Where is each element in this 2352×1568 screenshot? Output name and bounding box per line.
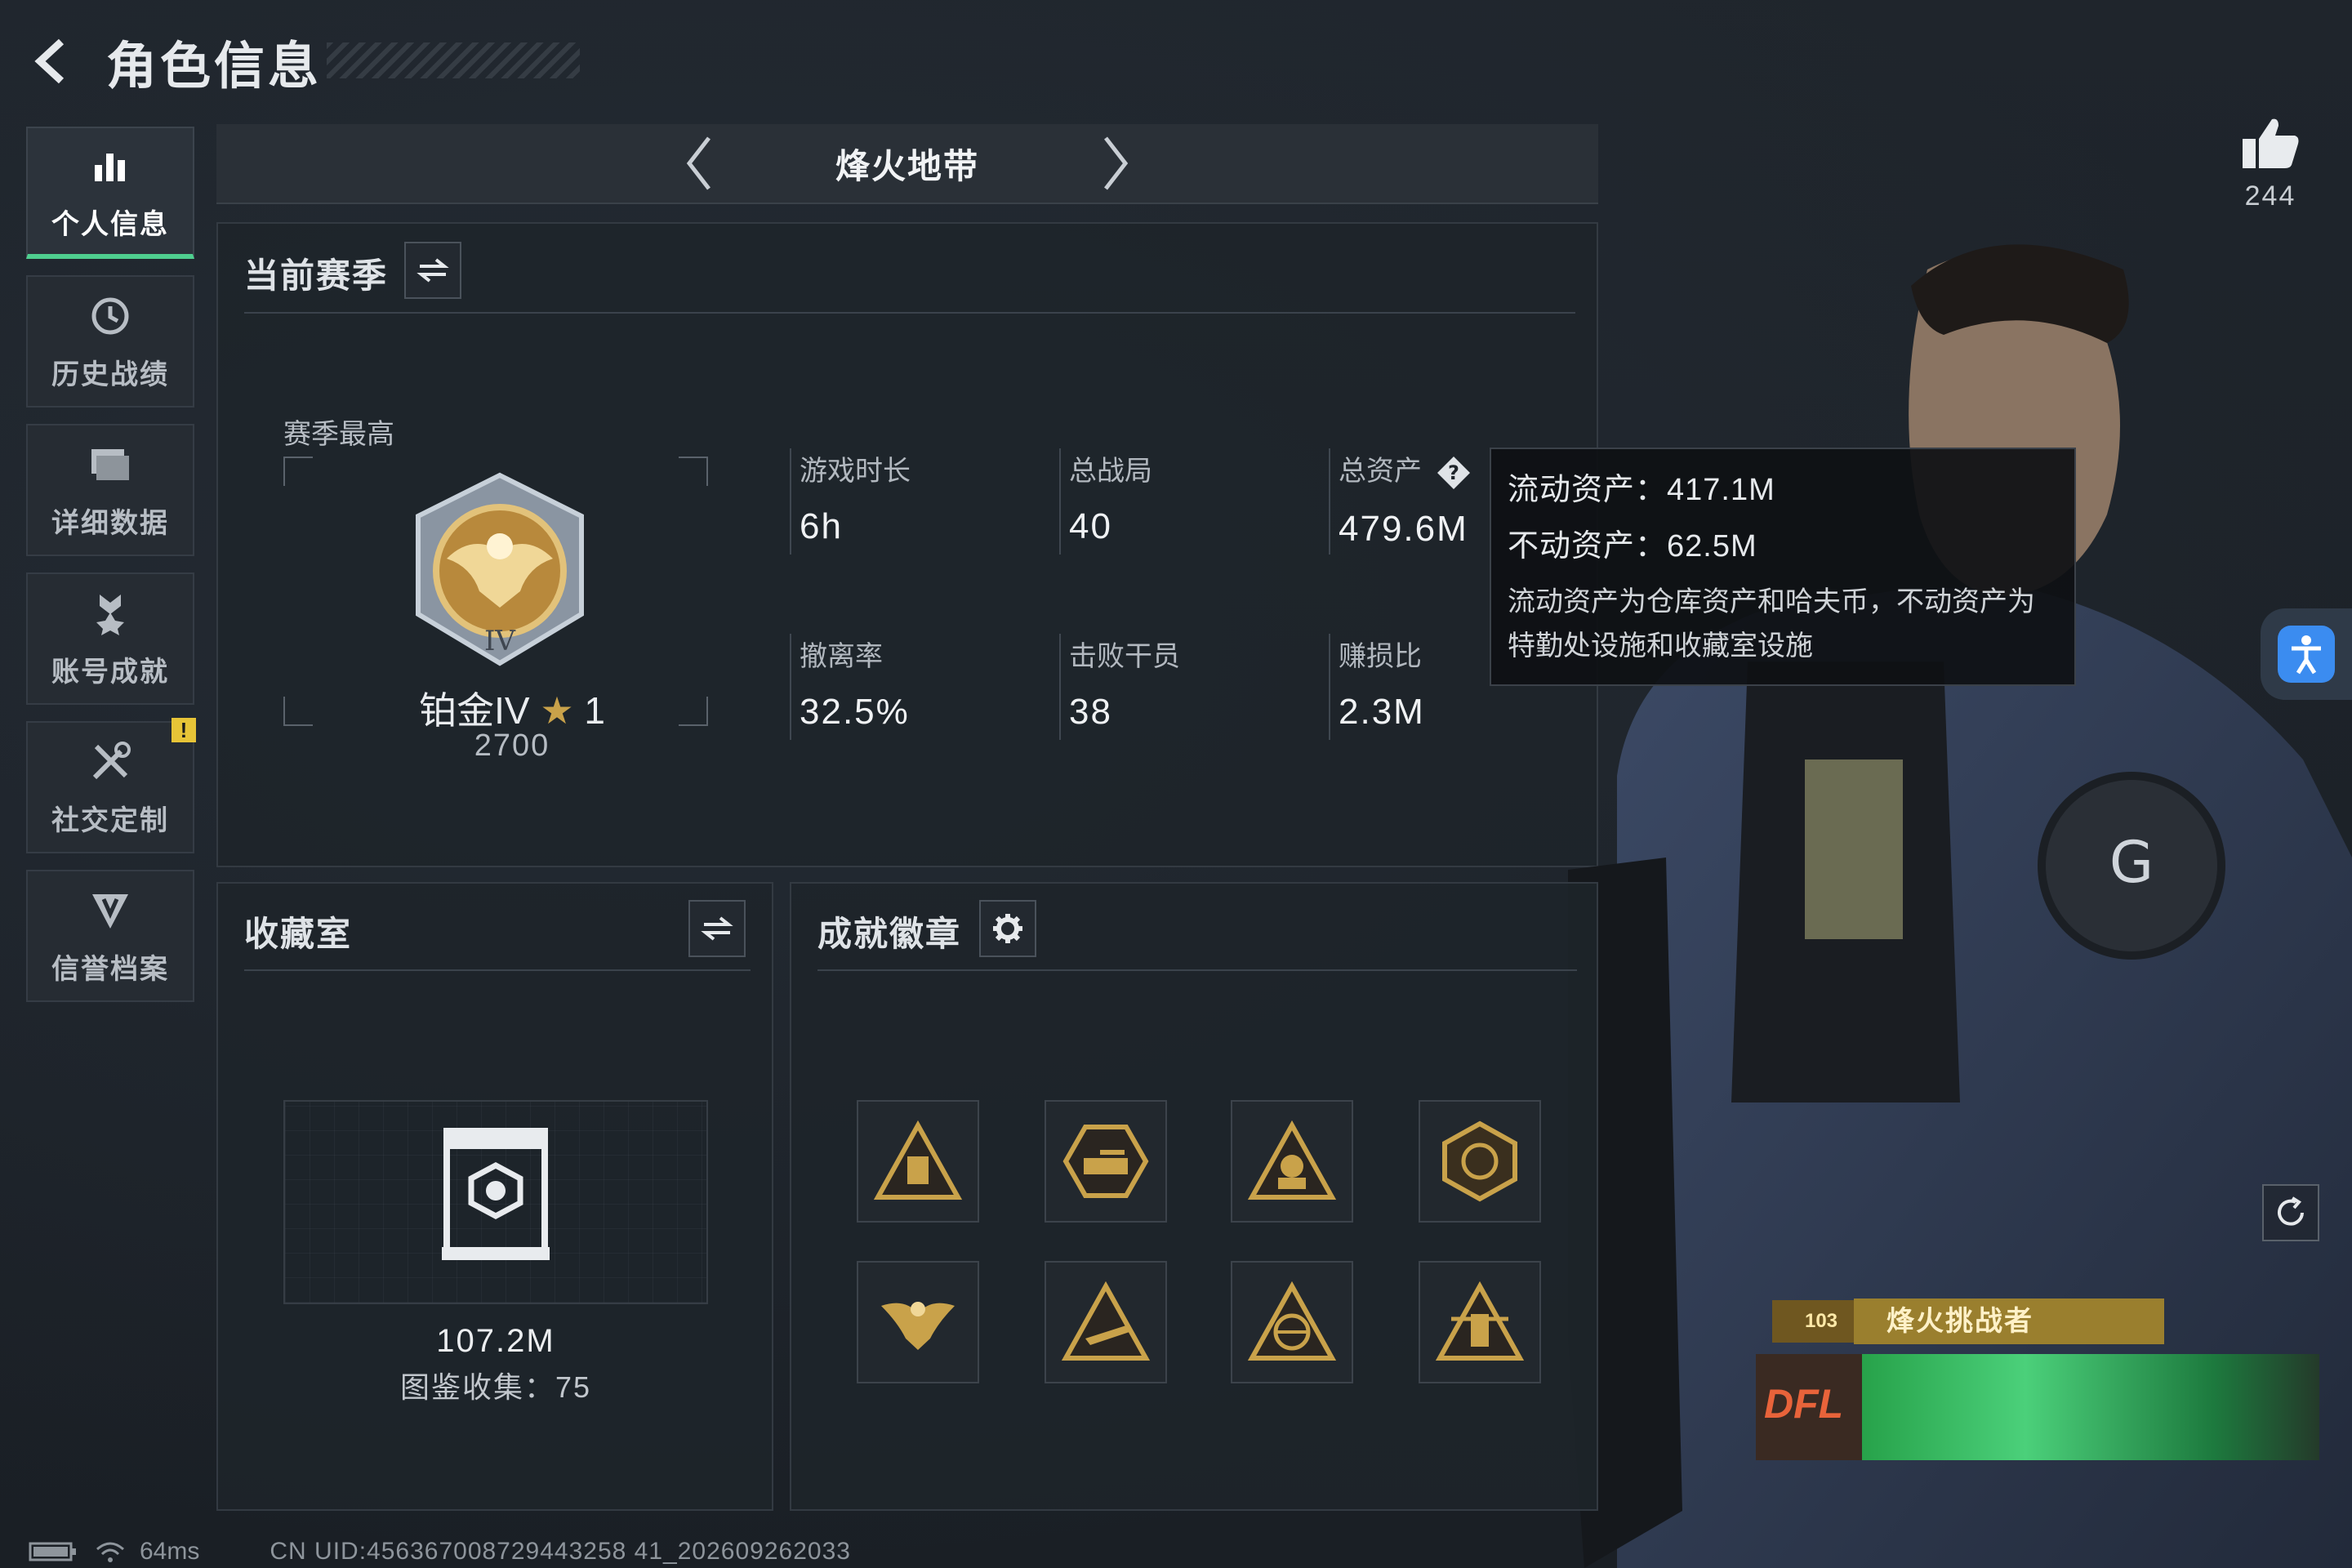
divider bbox=[244, 312, 1575, 314]
user-uid: CN UID:456367008729443258 41_20260926203… bbox=[270, 1538, 851, 1565]
mode-title: 烽火地带 bbox=[835, 146, 979, 185]
sidebar-item-label: 信誉档案 bbox=[51, 953, 169, 985]
sidebar: 个人信息 历史战绩 详细数据 账号成就 ! 社交定制 信誉档案 bbox=[26, 127, 196, 1018]
chevron-right-icon[interactable] bbox=[1087, 135, 1144, 192]
svg-text:?: ? bbox=[1448, 461, 1459, 484]
stat-value: 2.3M bbox=[1339, 692, 1425, 732]
tooltip-description: 流动资产为仓库资产和哈夫币，不动资产为特勤处设施和收藏室设施 bbox=[1508, 586, 2035, 662]
sidebar-item-label: 社交定制 bbox=[51, 804, 169, 836]
svg-text:IV: IV bbox=[484, 625, 516, 657]
sidebar-item-personal-info[interactable]: 个人信息 bbox=[26, 127, 194, 259]
collection-panel: 收藏室 107.2M 图鉴收集：75 bbox=[216, 882, 773, 1511]
eagle-badge-icon[interactable] bbox=[857, 1261, 979, 1383]
stat-value: 38 bbox=[1069, 692, 1112, 732]
rank-name-text: 铂金IV bbox=[419, 689, 530, 732]
star-icon: ★ bbox=[540, 689, 574, 732]
divider bbox=[817, 969, 1577, 971]
warning-badge: ! bbox=[172, 718, 196, 742]
header-decoration bbox=[327, 42, 580, 78]
soldier-badge-icon[interactable] bbox=[1231, 1100, 1353, 1223]
tools-icon bbox=[86, 737, 135, 786]
accessibility-icon bbox=[2278, 626, 2335, 683]
accessibility-button[interactable] bbox=[2261, 608, 2352, 700]
stat-value: 32.5% bbox=[800, 692, 910, 732]
svg-text:G: G bbox=[2109, 829, 2154, 896]
sidebar-item-label: 历史战绩 bbox=[51, 359, 169, 390]
divider bbox=[244, 969, 751, 971]
sidebar-item-social[interactable]: ! 社交定制 bbox=[26, 718, 196, 853]
stat-label: 总战局 bbox=[1069, 456, 1152, 487]
stat-value: 40 bbox=[1069, 506, 1112, 546]
clock-icon bbox=[86, 292, 135, 341]
season-best-label: 赛季最高 bbox=[283, 419, 394, 450]
stat-kills: 击败干员 38 bbox=[1059, 634, 1304, 740]
collection-count: 图鉴收集：75 bbox=[399, 1370, 592, 1404]
battery-icon bbox=[29, 1542, 76, 1561]
stat-label: 撤离率 bbox=[800, 641, 883, 672]
display-case-icon bbox=[439, 1125, 553, 1263]
stat-play-time: 游戏时长 6h bbox=[790, 448, 1035, 555]
thumbs-up-icon bbox=[2243, 118, 2299, 168]
tank-badge-icon[interactable] bbox=[1045, 1100, 1167, 1223]
ping-value: 64ms bbox=[140, 1538, 200, 1565]
sidebar-item-label: 账号成就 bbox=[51, 656, 169, 688]
page-title: 角色信息 bbox=[106, 38, 323, 95]
rank-score: 2700 bbox=[474, 728, 550, 763]
mode-selector: 烽火地带 bbox=[216, 124, 1598, 204]
stat-label: 游戏时长 bbox=[800, 456, 911, 487]
chevron-left-icon[interactable] bbox=[670, 135, 728, 192]
assets-tooltip: 流动资产：417.1M 不动资产：62.5M 流动资产为仓库资产和哈夫币，不动资… bbox=[1490, 448, 2076, 686]
platinum-rank-icon: IV bbox=[398, 469, 602, 673]
tooltip-liquid: 流动资产：417.1M bbox=[1508, 473, 1775, 507]
stat-value: 6h bbox=[800, 506, 843, 546]
back-icon[interactable] bbox=[24, 33, 82, 90]
collection-value: 107.2M bbox=[436, 1323, 555, 1359]
folder-icon bbox=[86, 440, 135, 489]
wifi-icon bbox=[96, 1542, 124, 1562]
like-button[interactable]: 244 bbox=[2238, 114, 2303, 212]
swap-collection-button[interactable] bbox=[688, 900, 746, 957]
tooltip-fixed: 不动资产：62.5M bbox=[1508, 529, 1757, 564]
sidebar-item-credit[interactable]: 信誉档案 bbox=[26, 870, 194, 1002]
stat-label-text: 总资产 bbox=[1339, 456, 1422, 487]
page-header: 角色信息 bbox=[24, 24, 580, 98]
triangle-badge-icon[interactable] bbox=[857, 1100, 979, 1223]
season-panel: 当前赛季 赛季最高 IV 铂金IV ★ 1 2700 游戏时长 6h 总战局 4… bbox=[216, 222, 1598, 867]
like-count: 244 bbox=[2244, 180, 2296, 212]
sidebar-item-label: 个人信息 bbox=[51, 208, 169, 240]
rotate-icon bbox=[2278, 1196, 2304, 1226]
stat-label: 击败干员 bbox=[1069, 641, 1180, 672]
rotate-model-button[interactable] bbox=[2262, 1184, 2319, 1241]
rank-name: 铂金IV ★ 1 bbox=[373, 681, 651, 735]
rank-stars: 1 bbox=[584, 689, 605, 732]
swap-icon bbox=[416, 258, 449, 283]
emblem-badge-icon[interactable] bbox=[1419, 1100, 1541, 1223]
sidebar-item-detail-data[interactable]: 详细数据 bbox=[26, 424, 194, 556]
swap-season-button[interactable] bbox=[404, 242, 461, 299]
medal-icon bbox=[86, 589, 135, 638]
gear-icon bbox=[993, 914, 1022, 943]
collection-title: 收藏室 bbox=[244, 915, 353, 953]
shield-icon bbox=[86, 886, 135, 935]
status-bar: 64ms CN UID:456367008729443258 41_202609… bbox=[29, 1537, 851, 1566]
card-title: 烽火挑战者 bbox=[1854, 1298, 2164, 1344]
stat-extract-rate: 撤离率 32.5% bbox=[790, 634, 1035, 740]
stat-total-matches: 总战局 40 bbox=[1059, 448, 1304, 555]
achievement-panel: 成就徽章 bbox=[790, 882, 1598, 1511]
flag-badge-icon[interactable] bbox=[1419, 1261, 1541, 1383]
help-icon[interactable]: ? bbox=[1436, 455, 1472, 491]
bar-chart-icon bbox=[86, 141, 135, 190]
achievement-title: 成就徽章 bbox=[817, 915, 962, 953]
sidebar-item-history[interactable]: 历史战绩 bbox=[26, 275, 194, 408]
player-title-card[interactable]: 103 烽火挑战者 DFL bbox=[1756, 1298, 2319, 1470]
card-logo: DFL bbox=[1764, 1381, 1844, 1427]
plane-badge-icon[interactable] bbox=[1045, 1261, 1167, 1383]
sidebar-item-label: 详细数据 bbox=[51, 507, 169, 539]
season-title: 当前赛季 bbox=[244, 256, 389, 295]
swap-icon bbox=[701, 916, 733, 941]
globe-badge-icon[interactable] bbox=[1231, 1261, 1353, 1383]
achievement-settings-button[interactable] bbox=[979, 900, 1036, 957]
sidebar-item-achievements[interactable]: 账号成就 bbox=[26, 572, 194, 705]
